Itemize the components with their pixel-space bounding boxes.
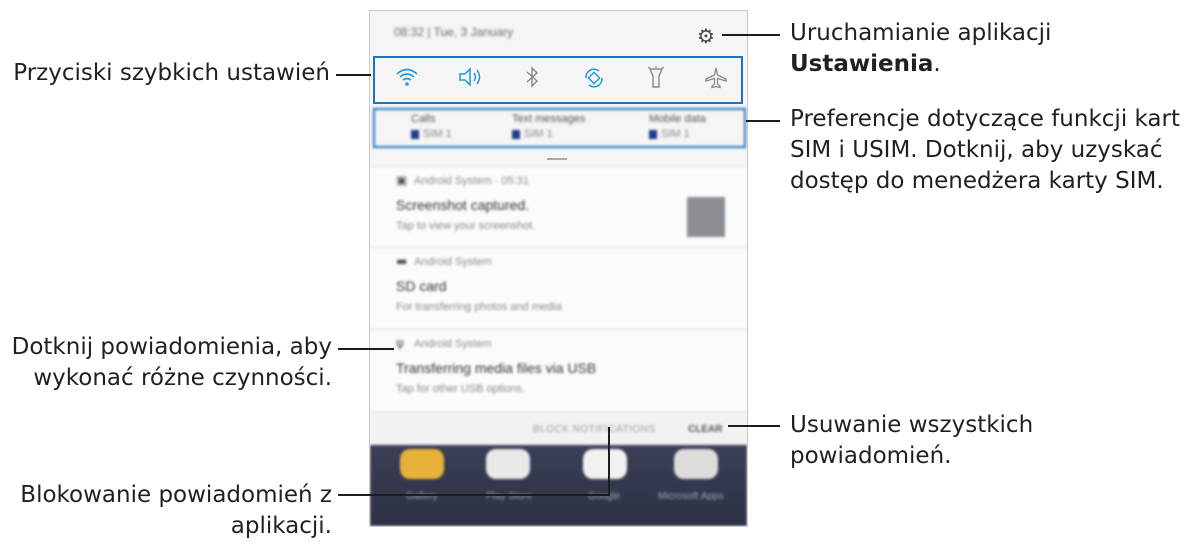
microsoft-apps-icon[interactable] bbox=[674, 449, 718, 479]
play-store-icon[interactable] bbox=[486, 449, 530, 479]
notification-title: Transferring media files via USB bbox=[396, 360, 597, 376]
notification-callout-line bbox=[338, 348, 394, 350]
clear-callout-line bbox=[728, 425, 780, 427]
sim-chip-icon bbox=[512, 129, 520, 139]
sim-callout: Preferencje dotyczące funkcji kart SIM i… bbox=[790, 106, 1181, 194]
sd-card-icon: ▬ bbox=[396, 254, 408, 268]
notification-app: Android System bbox=[414, 338, 492, 350]
sim-chip-icon bbox=[649, 129, 657, 139]
sim-preferences[interactable]: Calls SIM 1 Text messages SIM 1 Mobile d… bbox=[373, 108, 746, 148]
screenshot-thumbnail bbox=[687, 197, 725, 237]
app-label: Google bbox=[588, 491, 621, 502]
notification-app: Android System · 05:31 bbox=[414, 175, 529, 187]
block-notifications-button[interactable]: BLOCK NOTIFICATIONS bbox=[533, 424, 656, 435]
quick-settings-bar bbox=[373, 56, 743, 104]
sim-callout-line bbox=[746, 120, 780, 122]
drag-handle[interactable] bbox=[547, 158, 567, 160]
clear-callout: Usuwanie wszystkich powiadomień. bbox=[790, 412, 1034, 469]
notification-title: SD card bbox=[396, 278, 447, 294]
gallery-icon[interactable] bbox=[400, 449, 444, 479]
sim-pref-label: Text messages bbox=[512, 113, 586, 125]
google-icon[interactable] bbox=[583, 449, 627, 479]
sim-pref-value: SIM 1 bbox=[524, 128, 553, 140]
sound-icon[interactable] bbox=[455, 66, 485, 94]
flashlight-icon[interactable] bbox=[641, 66, 671, 96]
notification-card[interactable]: ψ Android System Transferring media file… bbox=[370, 329, 747, 412]
sim-pref-label: Mobile data bbox=[649, 113, 706, 125]
auto-rotate-icon[interactable] bbox=[579, 66, 609, 96]
block-callout: Blokowanie powiadomień z aplikacji. bbox=[20, 482, 332, 539]
sim-pref-label: Calls bbox=[411, 113, 436, 125]
sim-pref-value: SIM 1 bbox=[423, 128, 452, 140]
image-icon: ▣ bbox=[396, 173, 408, 187]
settings-callout-line bbox=[722, 34, 780, 36]
block-callout-line-vertical bbox=[608, 427, 610, 496]
gear-icon[interactable]: ⚙ bbox=[697, 24, 715, 48]
sim-pref-data[interactable]: Mobile data SIM 1 bbox=[649, 113, 706, 140]
sim-pref-text[interactable]: Text messages SIM 1 bbox=[512, 113, 585, 140]
bluetooth-icon[interactable] bbox=[517, 66, 547, 94]
notification-title: Screenshot captured. bbox=[396, 197, 530, 213]
airplane-mode-icon[interactable] bbox=[701, 66, 731, 96]
usb-icon: ψ bbox=[396, 336, 404, 350]
notification-panel: 08:32 | Tue, 3 January ⚙ Calls SIM 1 Tex… bbox=[369, 10, 748, 527]
notification-text: Tap to view your screenshot. bbox=[396, 220, 536, 232]
sim-pref-calls[interactable]: Calls SIM 1 bbox=[411, 113, 452, 140]
app-label: Play Store bbox=[486, 491, 533, 502]
status-row: 08:32 | Tue, 3 January bbox=[370, 11, 747, 55]
clear-button[interactable]: CLEAR bbox=[688, 424, 722, 435]
quick-settings-callout-line bbox=[336, 74, 371, 76]
sim-chip-icon bbox=[411, 129, 419, 139]
notification-actions: BLOCK NOTIFICATIONS CLEAR bbox=[370, 411, 747, 446]
settings-callout: Uruchamianie aplikacji Ustawienia. bbox=[790, 20, 1052, 77]
notification-text: Tap for other USB options. bbox=[396, 383, 526, 395]
notification-card[interactable]: ▬ Android System SD card For transferrin… bbox=[370, 247, 747, 329]
time-date: 08:32 | Tue, 3 January bbox=[394, 25, 514, 39]
app-label: Microsoft Apps bbox=[658, 491, 724, 502]
sim-pref-value: SIM 1 bbox=[661, 128, 690, 140]
home-screen-background: Gallery Play Store Google Microsoft Apps bbox=[370, 445, 747, 526]
block-callout-line bbox=[338, 494, 610, 496]
wifi-icon[interactable] bbox=[392, 66, 422, 94]
notification-app: Android System bbox=[414, 256, 492, 268]
quick-settings-callout: Przyciski szybkich ustawień bbox=[13, 60, 330, 86]
app-label: Gallery bbox=[406, 491, 438, 502]
notification-callout: Dotknij powiadomienia, aby wykonać różne… bbox=[11, 334, 332, 391]
notification-card[interactable]: ▣ Android System · 05:31 Screenshot capt… bbox=[370, 166, 747, 248]
notification-text: For transferring photos and media bbox=[396, 301, 562, 313]
